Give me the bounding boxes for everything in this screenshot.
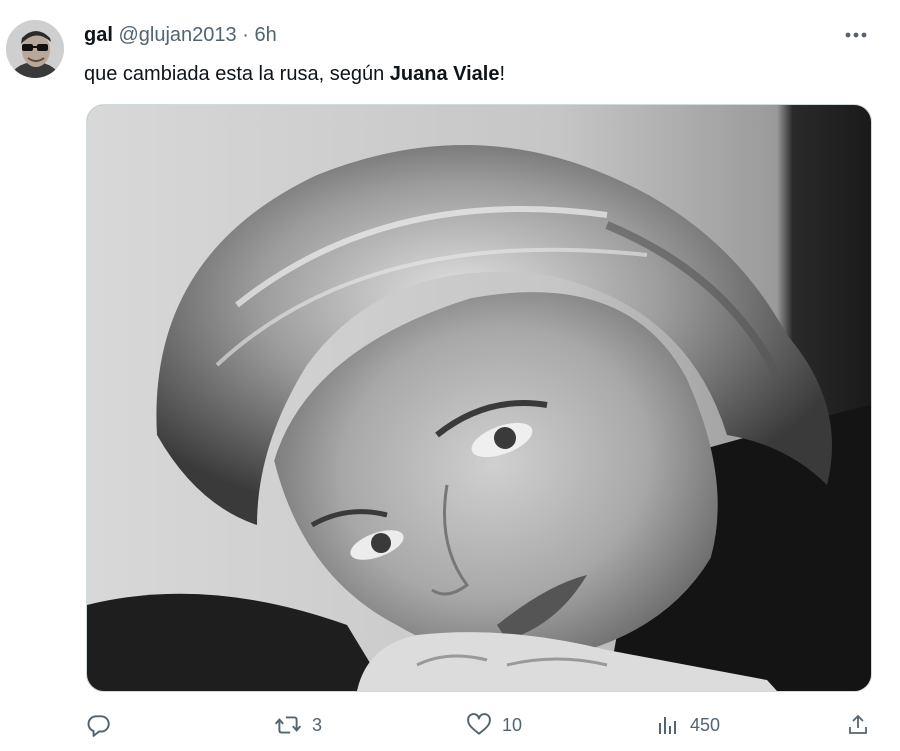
retweet-icon — [274, 712, 302, 738]
share-icon — [846, 712, 870, 738]
tweet-actions: 3 10 450 — [84, 708, 884, 742]
author-handle[interactable]: @glujan2013 — [118, 24, 236, 46]
like-count: 10 — [502, 714, 523, 735]
avatar[interactable] — [6, 20, 64, 78]
views-button[interactable]: 450 — [656, 708, 720, 742]
retweet-button[interactable]: 3 — [274, 708, 322, 742]
tweet-text: que cambiada esta la rusa, según Juana V… — [84, 60, 505, 88]
separator-dot: · — [242, 24, 249, 46]
like-icon — [466, 712, 492, 738]
share-button[interactable] — [846, 708, 870, 742]
reply-icon — [86, 712, 112, 738]
retweet-count: 3 — [312, 714, 323, 735]
author-display-name[interactable]: gal — [84, 24, 113, 46]
tweet-timestamp[interactable]: 6h — [254, 24, 276, 46]
more-options-button[interactable] — [838, 22, 874, 48]
reply-button[interactable] — [86, 708, 122, 742]
tweet-photo[interactable] — [86, 104, 872, 692]
tweet-text-end: ! — [499, 63, 506, 85]
tweet-text-part: que cambiada esta la rusa, según — [84, 63, 390, 85]
views-icon — [656, 712, 680, 738]
mentioned-name: Juana Viale — [389, 63, 500, 85]
tweet: gal @glujan2013 · 6h que cambiada esta l… — [0, 0, 900, 751]
like-button[interactable]: 10 — [466, 708, 522, 742]
views-count: 450 — [690, 714, 721, 735]
more-icon — [844, 31, 868, 39]
tweet-header: gal @glujan2013 · 6h — [84, 22, 277, 48]
